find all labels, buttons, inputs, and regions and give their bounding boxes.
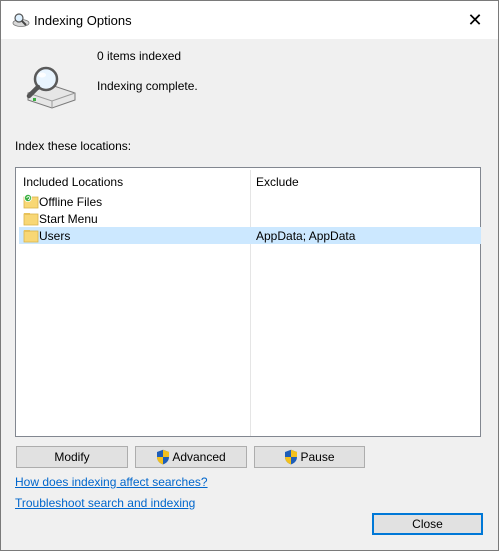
folder-icon [23, 230, 39, 243]
close-button[interactable]: Close [372, 513, 483, 535]
location-name: Start Menu [39, 212, 98, 226]
location-exclude: AppData; AppData [256, 229, 356, 243]
folder-icon [23, 213, 39, 226]
window-title: Indexing Options [34, 13, 132, 28]
items-indexed-count: 0 items indexed [97, 49, 182, 63]
modify-label: Modify [54, 450, 90, 464]
location-row-start-menu[interactable]: Start Menu [19, 210, 481, 227]
location-name: Users [39, 229, 71, 243]
location-row-offline-files[interactable]: Offline Files [19, 193, 481, 210]
location-name: Offline Files [39, 195, 103, 209]
pause-label: Pause [300, 450, 335, 464]
modify-button[interactable]: Modify [16, 446, 128, 468]
uac-shield-icon [157, 449, 170, 465]
exclude-column-header[interactable]: Exclude [256, 175, 299, 189]
advanced-label: Advanced [172, 450, 226, 464]
title-bar: Indexing Options ✕ [1, 1, 498, 39]
indexing-options-icon [12, 13, 30, 27]
troubleshoot-search-indexing-link[interactable]: Troubleshoot search and indexing [15, 496, 195, 510]
title-close-button[interactable]: ✕ [452, 1, 498, 39]
uac-shield-icon [285, 449, 298, 465]
offline-files-folder-icon [23, 194, 39, 209]
pause-button[interactable]: Pause [254, 446, 365, 468]
included-locations-column-header[interactable]: Included Locations [23, 175, 123, 189]
advanced-button[interactable]: Advanced [135, 446, 247, 468]
how-indexing-affects-searches-link[interactable]: How does indexing affect searches? [15, 475, 208, 489]
locations-list[interactable]: Included Locations Exclude Offline Files… [15, 167, 481, 437]
drive-magnifier-icon [26, 66, 76, 109]
indexing-options-dialog: Indexing Options ✕ 0 items indexed Index… [0, 0, 499, 551]
indexing-status-message: Indexing complete. [97, 79, 198, 93]
close-icon: ✕ [467, 9, 483, 30]
close-label: Close [412, 517, 443, 531]
location-row-users[interactable]: Users AppData; AppData [19, 227, 481, 244]
list-header: Included Locations Exclude [16, 168, 480, 192]
locations-label: Index these locations: [15, 139, 132, 153]
